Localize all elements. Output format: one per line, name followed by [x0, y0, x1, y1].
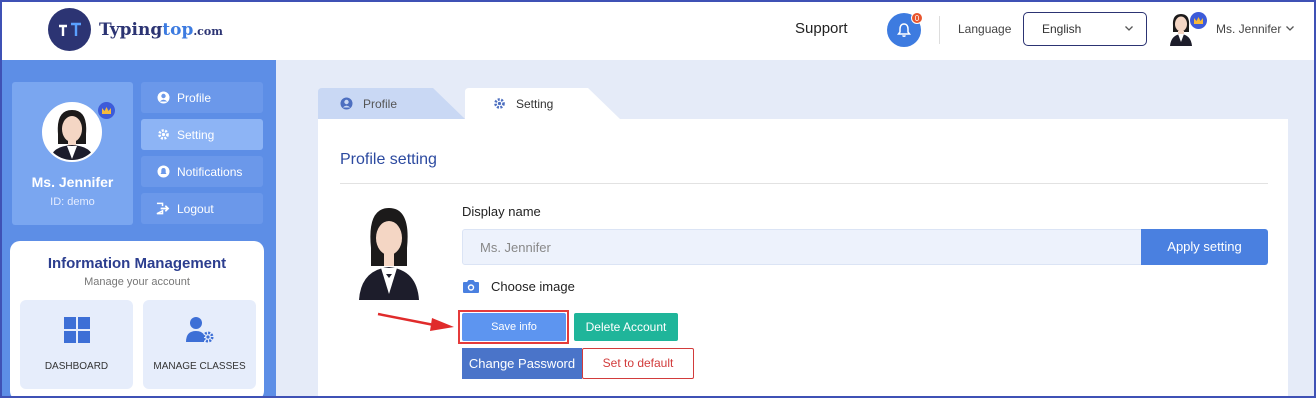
tile-label: DASHBOARD [44, 361, 109, 372]
gear-icon [493, 97, 506, 110]
profile-name: Ms. Jennifer [31, 174, 114, 190]
sidebar-item-notifications[interactable]: Notifications [141, 156, 263, 187]
profile-card: Ms. Jennifer ID: demo [12, 82, 133, 225]
crown-icon [98, 102, 115, 119]
save-info-button[interactable]: Save info [462, 313, 566, 341]
dashboard-tile[interactable]: DASHBOARD [20, 300, 133, 389]
crown-icon [1190, 12, 1207, 29]
tab-setting[interactable]: Setting [465, 88, 625, 119]
chevron-down-icon [1125, 26, 1133, 31]
sidebar-item-label: Notifications [177, 164, 243, 179]
info-title: Information Management [47, 255, 227, 272]
manage-classes-tile[interactable]: MANAGE CLASSES [143, 300, 256, 389]
support-link[interactable]: Support [795, 20, 848, 37]
set-default-button[interactable]: Set to default [582, 348, 694, 379]
display-name-label: Display name [462, 204, 541, 219]
user-menu[interactable]: Ms. Jennifer [1216, 22, 1281, 36]
user-gear-icon [185, 317, 213, 343]
divider [340, 183, 1268, 184]
apply-setting-button[interactable]: Apply setting [1141, 229, 1268, 265]
sidebar-item-profile[interactable]: Profile [141, 82, 263, 113]
tab-profile[interactable]: Profile [318, 88, 488, 119]
sidebar-item-label: Setting [177, 127, 215, 142]
logo-icon [48, 8, 91, 51]
profile-id: ID: demo [50, 196, 95, 208]
user-circle-icon [340, 97, 353, 110]
language-select[interactable]: English [1023, 12, 1147, 46]
bell-icon [897, 23, 911, 37]
annotation-arrow [377, 312, 454, 331]
sidebar: Ms. Jennifer ID: demo Profile Setting No… [2, 60, 276, 398]
language-label: Language [958, 22, 1012, 36]
dashboard-icon [63, 317, 90, 343]
notification-badge: 0 [911, 12, 923, 24]
chevron-down-icon[interactable] [1285, 23, 1295, 33]
sidebar-item-logout[interactable]: Logout [141, 193, 263, 224]
delete-account-button[interactable]: Delete Account [574, 313, 678, 341]
choose-image-button[interactable]: Choose image [462, 279, 575, 294]
sidebar-menu: Profile Setting Notifications Logout [141, 82, 263, 230]
tile-label: MANAGE CLASSES [153, 361, 246, 372]
user-circle-icon [156, 91, 170, 105]
tab-label: Setting [516, 96, 554, 111]
sidebar-item-setting[interactable]: Setting [141, 119, 263, 150]
information-management-card: Information Management Manage your accou… [10, 241, 264, 398]
profile-photo [357, 204, 421, 300]
gear-icon [156, 128, 170, 142]
avatar[interactable] [42, 102, 102, 162]
language-value: English [1042, 22, 1082, 36]
logo[interactable]: Typingtop.com [48, 8, 223, 51]
display-name-input[interactable]: Ms. Jennifer [462, 229, 1142, 265]
choose-image-label: Choose image [491, 279, 575, 294]
camera-icon [462, 279, 480, 294]
info-subtitle: Manage your account [84, 276, 190, 288]
change-password-button[interactable]: Change Password [462, 348, 582, 379]
section-title: Profile setting [340, 151, 437, 168]
logo-text: Typingtop.com [99, 19, 223, 40]
tab-label: Profile [363, 96, 398, 111]
logout-icon [156, 202, 170, 216]
sidebar-item-label: Profile [177, 90, 212, 105]
bell-icon [156, 165, 170, 179]
top-header: Typingtop.com Support 0 Language English… [0, 0, 1316, 60]
sidebar-item-label: Logout [177, 201, 214, 216]
header-divider [939, 16, 940, 44]
